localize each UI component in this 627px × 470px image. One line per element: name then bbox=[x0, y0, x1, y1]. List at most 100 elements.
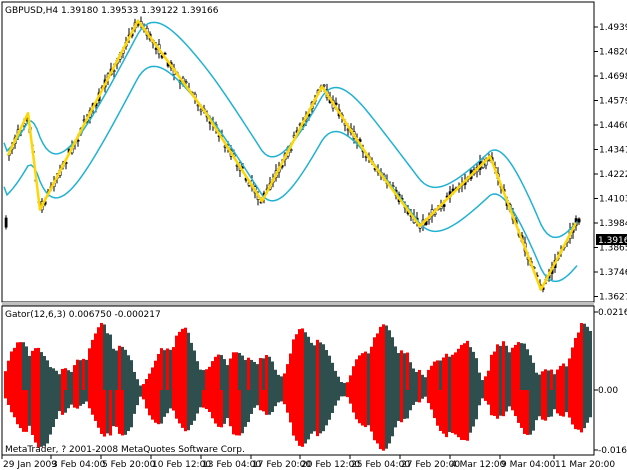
gator-lower-bar bbox=[433, 390, 436, 419]
gator-upper-bar bbox=[4, 371, 7, 390]
gator-lower-bar bbox=[520, 390, 523, 428]
price-tick-label: 1.46980 bbox=[599, 72, 627, 82]
gator-upper-bar bbox=[466, 340, 469, 390]
gator-upper-bar bbox=[460, 344, 463, 390]
gator-upper-bar bbox=[406, 352, 409, 390]
gator-upper-bar bbox=[304, 332, 307, 390]
gator-lower-bar bbox=[202, 390, 205, 408]
gator-lower-bar bbox=[517, 390, 520, 423]
gator-upper-bar bbox=[427, 369, 430, 390]
gator-upper-bar bbox=[241, 355, 244, 390]
candle-body bbox=[184, 81, 188, 84]
gator-lower-bar bbox=[70, 390, 73, 405]
candle-body bbox=[442, 204, 446, 207]
gator-upper-bar bbox=[493, 351, 496, 390]
gator-lower-bar bbox=[235, 390, 238, 436]
gator-lower-bar bbox=[226, 390, 229, 419]
gator-upper-bar bbox=[43, 356, 46, 390]
gator-lower-bar bbox=[547, 390, 550, 418]
gator-upper-bar bbox=[34, 348, 37, 390]
gator-header: Gator(12,6,3) 0.006750 -0.000217 bbox=[5, 310, 161, 320]
gator-lower-bar bbox=[187, 390, 190, 431]
gator-upper-bar bbox=[121, 346, 124, 390]
gator-lower-bar bbox=[301, 390, 304, 447]
gator-lower-bar bbox=[469, 390, 472, 433]
gator-lower-bar bbox=[571, 390, 574, 425]
gator-lower-bar bbox=[532, 390, 535, 431]
gator-lower-bar bbox=[559, 390, 562, 416]
gator-lower-bar bbox=[478, 390, 481, 406]
gator-upper-bar bbox=[184, 327, 187, 390]
price-tick-label: 1.45790 bbox=[599, 97, 627, 107]
gator-upper-bar bbox=[280, 376, 283, 390]
gator-lower-bar bbox=[232, 390, 235, 435]
gator-lower-bar bbox=[241, 390, 244, 434]
gator-upper-bar bbox=[10, 351, 13, 390]
gator-upper-bar bbox=[403, 353, 406, 390]
gator-upper-bar bbox=[355, 359, 358, 390]
gator-lower-bar bbox=[385, 390, 388, 449]
gator-upper-bar bbox=[202, 370, 205, 390]
gator-lower-bar bbox=[76, 390, 79, 409]
gator-lower-bar bbox=[247, 390, 250, 423]
gator-upper-bar bbox=[40, 352, 43, 390]
gator-lower-bar bbox=[118, 390, 121, 434]
gator-lower-bar bbox=[334, 390, 337, 406]
time-tick-label: 29 Jan 2009 bbox=[3, 460, 57, 470]
gator-upper-bar bbox=[385, 325, 388, 390]
gator-upper-bar bbox=[79, 360, 82, 390]
gator-lower-bar bbox=[487, 390, 490, 405]
gator-upper-bar bbox=[334, 370, 337, 390]
gator-upper-bar bbox=[31, 350, 34, 390]
gator-lower-bar bbox=[154, 390, 157, 423]
gator-lower-bar bbox=[349, 390, 352, 404]
gator-lower-bar bbox=[439, 390, 442, 431]
gator-upper-bar bbox=[532, 362, 535, 390]
gator-upper-bar bbox=[166, 348, 169, 390]
gator-upper-bar bbox=[580, 323, 583, 390]
gator-lower-bar bbox=[130, 390, 133, 428]
gator-upper-bar bbox=[544, 369, 547, 390]
gator-lower-bar bbox=[91, 390, 94, 415]
candle-body bbox=[322, 84, 326, 87]
gator-upper-bar bbox=[151, 367, 154, 390]
gator-lower-bar bbox=[586, 390, 589, 423]
gator-upper-bar bbox=[484, 376, 487, 390]
current-price-label: 1.39166 bbox=[598, 236, 627, 246]
gator-lower-bar bbox=[481, 390, 484, 399]
gator-lower-bar bbox=[523, 390, 526, 434]
gator-upper-bar bbox=[145, 378, 148, 390]
gator-upper-bar bbox=[124, 349, 127, 390]
pane-separator[interactable] bbox=[2, 302, 594, 306]
gator-upper-bar bbox=[142, 384, 145, 390]
gator-scale-bottom: -0.01601 bbox=[598, 446, 627, 456]
gator-upper-bar bbox=[37, 347, 40, 390]
price-tick-label: 1.41030 bbox=[599, 195, 627, 205]
time-tick-label: 11 Mar 20:00 bbox=[555, 460, 615, 470]
gator-upper-bar bbox=[67, 370, 70, 390]
price-tick-label: 1.37460 bbox=[599, 268, 627, 278]
gator-upper-bar bbox=[61, 368, 64, 390]
gator-upper-bar bbox=[52, 368, 55, 390]
gator-upper-bar bbox=[367, 353, 370, 390]
gator-lower-bar bbox=[325, 390, 328, 426]
gator-upper-bar bbox=[313, 345, 316, 390]
gator-lower-bar bbox=[508, 390, 511, 407]
gator-lower-bar bbox=[361, 390, 364, 426]
gator-upper-bar bbox=[106, 333, 109, 390]
chart-window[interactable]: GBPUSD,H4 1.39180 1.39533 1.39122 1.3916… bbox=[0, 0, 627, 470]
gator-upper-bar bbox=[115, 350, 118, 390]
gator-upper-bar bbox=[157, 353, 160, 390]
gator-upper-bar bbox=[457, 348, 460, 390]
gator-upper-bar bbox=[76, 359, 79, 390]
gator-lower-bar bbox=[538, 390, 541, 417]
gator-upper-bar bbox=[523, 343, 526, 390]
gator-lower-bar bbox=[406, 390, 409, 419]
gator-upper-bar bbox=[91, 339, 94, 390]
gator-upper-bar bbox=[211, 361, 214, 390]
gator-upper-bar bbox=[160, 348, 163, 390]
gator-lower-bar bbox=[205, 390, 208, 410]
gator-lower-bar bbox=[499, 390, 502, 416]
price-tick-label: 1.43410 bbox=[599, 146, 627, 156]
gator-upper-bar bbox=[19, 342, 22, 390]
